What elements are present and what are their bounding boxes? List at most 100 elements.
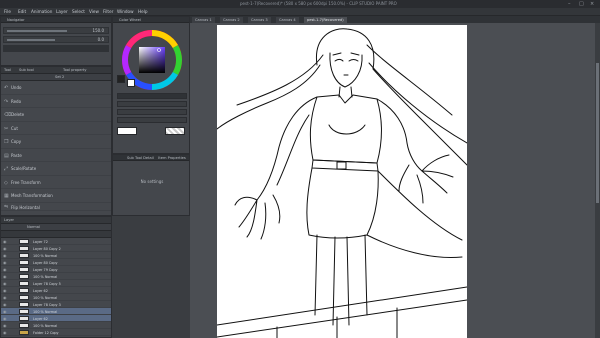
sub-tool-detail-header: Sub Tool Detail Item Properties	[113, 155, 189, 161]
folder-icon	[19, 330, 29, 335]
eye-icon[interactable]: ◉	[3, 239, 7, 244]
canvas-vertical-scrollbar[interactable]	[595, 23, 600, 338]
menu-help[interactable]: Help	[138, 9, 148, 14]
canvas-tab[interactable]: Canvas 2	[220, 17, 243, 23]
transparent-color-swatch[interactable]	[165, 127, 185, 135]
navigator-button-row[interactable]	[3, 45, 109, 52]
maximize-icon[interactable]: □	[579, 1, 584, 7]
menu-layer[interactable]: Layer	[56, 9, 68, 14]
layer-row[interactable]: ◉ Layer 80 Copy	[1, 259, 111, 266]
tab-item-properties[interactable]: Item Properties	[158, 156, 186, 160]
minimize-icon[interactable]: –	[568, 1, 571, 7]
eye-icon[interactable]: ◉	[3, 316, 7, 321]
menu-window[interactable]: Window	[117, 9, 134, 14]
menu-animation[interactable]: Animation	[31, 9, 52, 14]
layer-row[interactable]: ◉ Layer 78 Copy 3	[1, 301, 111, 308]
layer-row[interactable]: ◉ 100 % Normal	[1, 252, 111, 259]
eye-icon[interactable]: ◉	[3, 281, 7, 286]
tool-free-transform[interactable]: ◇ Free Transform	[1, 176, 111, 189]
layer-name: 100 % Normal	[33, 274, 58, 279]
eye-icon[interactable]: ◉	[3, 246, 7, 251]
transform-icon: ◇	[4, 179, 8, 186]
canvas-tab-active[interactable]: pest-1-7(Recovered)	[304, 17, 347, 23]
set-selector[interactable]: Set 2	[1, 74, 111, 81]
tab-tool[interactable]: Tool	[4, 68, 11, 72]
sub-tool-detail-panel: Sub Tool Detail Item Properties No setti…	[112, 154, 190, 216]
canvas-tab[interactable]: Canvas 3	[248, 17, 271, 23]
tool-scale-rotate[interactable]: ⤢ Scale/Rotate	[1, 162, 111, 176]
close-icon[interactable]: ×	[590, 1, 594, 7]
color-mode-toolbar[interactable]	[117, 93, 187, 99]
color-slider-s[interactable]	[117, 109, 187, 115]
layer-row[interactable]: ◉ Layer 80 Copy 2	[1, 245, 111, 252]
eye-icon[interactable]: ◉	[3, 260, 7, 265]
scrollbar-thumb[interactable]	[596, 63, 599, 203]
layer-name: Layer 62	[33, 316, 48, 321]
layer-row[interactable]: ◉ Layer 62	[1, 287, 111, 294]
layer-row[interactable]: ◉ Layer 78 Copy 5	[1, 280, 111, 287]
navigator-controls: 150.0 0.0	[3, 27, 109, 54]
tab-sub-tool[interactable]: Sub tool	[19, 68, 34, 72]
layer-row[interactable]: ◉ Layer 72	[1, 238, 111, 245]
layer-thumbnail	[19, 267, 29, 272]
eye-icon[interactable]: ◉	[3, 302, 7, 307]
tab-sub-tool-detail[interactable]: Sub Tool Detail	[127, 156, 154, 160]
layer-row-selected[interactable]: ◉ 100 % Normal	[1, 308, 111, 315]
layer-name: Layer 72	[33, 239, 48, 244]
layer-name: Folder 12 Copy	[33, 330, 59, 335]
layer-row[interactable]: ◉ 100 % Normal	[1, 273, 111, 280]
canvas-tabs: Canvas 1 Canvas 2 Canvas 3 Canvas 4 pest…	[190, 16, 600, 23]
drawing-canvas[interactable]	[217, 25, 467, 338]
menu-file[interactable]: File	[4, 9, 11, 14]
menu-select[interactable]: Select	[72, 9, 85, 14]
sub-color-swatch[interactable]	[127, 79, 135, 87]
eye-icon[interactable]: ◉	[3, 288, 7, 293]
zoom-slider[interactable]: 150.0	[3, 27, 109, 34]
tool-flip-horizontal[interactable]: ⇋ Flip Horizontal	[1, 203, 111, 211]
eye-icon[interactable]: ◉	[3, 267, 7, 272]
current-color-swatch[interactable]	[117, 127, 137, 135]
tool-cut[interactable]: ✂ Cut	[1, 122, 111, 135]
blend-mode-select[interactable]: Normal	[27, 225, 40, 229]
tab-tool-property[interactable]: Tool property	[63, 68, 87, 72]
layer-name: Layer 80 Copy 2	[33, 246, 61, 251]
flip-icon: ⇋	[4, 203, 9, 210]
eye-icon[interactable]: ◉	[3, 274, 7, 279]
layer-thumbnail	[19, 253, 29, 258]
rotate-slider[interactable]: 0.0	[3, 36, 109, 43]
tool-redo[interactable]: ↷ Redo	[1, 95, 111, 108]
eye-icon[interactable]: ◉	[3, 253, 7, 258]
canvas-tab[interactable]: Canvas 1	[192, 17, 215, 23]
layer-name: 100 % Normal	[33, 253, 58, 258]
eye-icon[interactable]: ◉	[3, 330, 7, 335]
menu-edit[interactable]: Edit	[18, 9, 26, 14]
tool-delete[interactable]: ⌫ Delete	[1, 108, 111, 122]
layer-thumbnail	[19, 239, 29, 244]
tool-mesh-transformation[interactable]: ▦ Mesh Transformation	[1, 189, 111, 203]
folder-row[interactable]: ◉ Folder 12 Copy	[1, 329, 111, 336]
tool-undo[interactable]: ↶ Undo	[1, 81, 111, 95]
color-slider-h[interactable]	[117, 101, 187, 107]
layer-opacity-row[interactable]	[1, 231, 111, 238]
eye-icon[interactable]: ◉	[3, 295, 7, 300]
menu-filter[interactable]: Filter	[103, 9, 113, 14]
tool-label: Mesh Transformation	[11, 193, 53, 198]
rotate-slider-track	[7, 39, 55, 41]
layer-row[interactable]: ◉ 100 % Normal	[1, 322, 111, 329]
tool-copy[interactable]: ❐ Copy	[1, 135, 111, 149]
mesh-icon: ▦	[4, 193, 9, 199]
layer-row[interactable]: ◉ 100 % Normal	[1, 294, 111, 301]
main-color-swatch[interactable]	[117, 75, 125, 83]
layer-thumbnail	[19, 323, 29, 328]
canvas-tab[interactable]: Canvas 4	[276, 17, 299, 23]
eye-icon[interactable]: ◉	[3, 309, 7, 314]
tool-label: Paste	[11, 152, 22, 158]
menu-view[interactable]: View	[89, 9, 99, 14]
tool-label: Free Transform	[11, 179, 41, 185]
eye-icon[interactable]: ◉	[3, 323, 7, 328]
layer-row-selected[interactable]: ◉ Layer 62	[1, 315, 111, 322]
color-slider-v[interactable]	[117, 117, 187, 123]
tool-paste[interactable]: ▤ Paste	[1, 149, 111, 162]
layer-row[interactable]: ◉ Layer 79 Copy	[1, 266, 111, 273]
layer-thumbnail	[19, 288, 29, 293]
